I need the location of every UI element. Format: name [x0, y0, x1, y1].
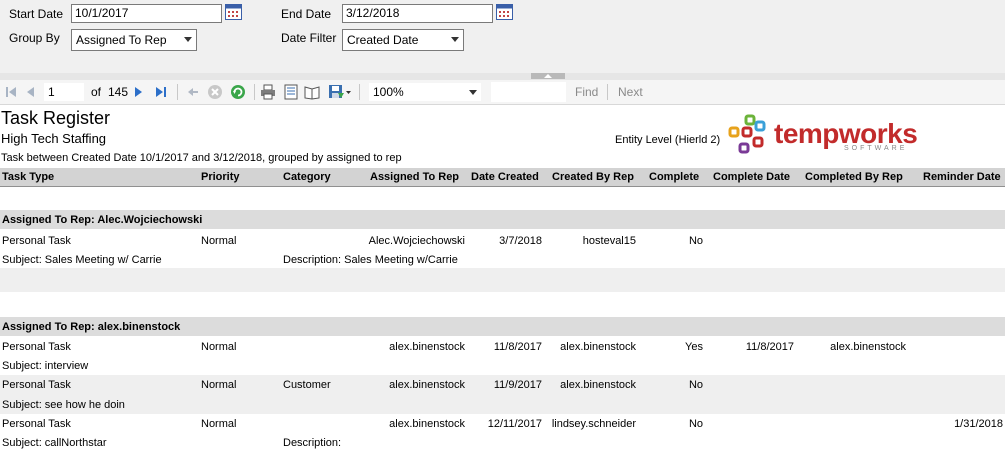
assigned-to-rep: alex.binenstock — [389, 379, 465, 391]
stop-icon[interactable] — [207, 84, 223, 100]
date-created: 11/9/2017 — [493, 379, 542, 391]
assigned-to-rep: alex.binenstock — [389, 341, 465, 353]
column-header: Category — [283, 171, 331, 183]
subject: Subject: Sales Meeting w/ Carrie — [2, 254, 162, 266]
print-layout-icon[interactable] — [283, 84, 299, 100]
category: Customer — [283, 379, 331, 391]
total-pages: 145 — [108, 85, 129, 99]
calendar-icon[interactable] — [496, 4, 513, 20]
toolbar-divider — [359, 84, 360, 100]
complete: No — [688, 379, 703, 391]
previous-page-icon[interactable] — [24, 84, 36, 100]
row-band — [0, 268, 1005, 292]
report-toolbar: 1 of 145 100% Find Next — [0, 80, 1005, 105]
tempworks-logo: tempworks SOFTWARE — [726, 114, 926, 164]
description: Description: — [283, 437, 342, 449]
zoom-select[interactable]: 100% — [368, 82, 482, 102]
priority: Normal — [201, 235, 237, 247]
page-number-input[interactable]: 1 — [44, 83, 84, 101]
company-name: High Tech Staffing — [1, 131, 107, 146]
report-subtitle: Task between Created Date 10/1/2017 and … — [1, 152, 402, 164]
column-header: Created By Rep — [552, 171, 634, 183]
assigned-to-rep: alex.binenstock — [389, 418, 465, 430]
end-date-label: End Date — [281, 7, 332, 21]
date-filter-select[interactable]: Created Date — [342, 29, 464, 51]
end-date-input[interactable]: 3/12/2018 — [342, 4, 493, 23]
column-header: Task Type — [2, 171, 55, 183]
assigned-to-rep: Alec.Wojciechowski — [368, 235, 465, 247]
date-created: 3/7/2018 — [499, 235, 542, 247]
task-type: Personal Task — [2, 418, 71, 430]
logo-subtext: SOFTWARE — [844, 145, 908, 152]
of-label: of — [91, 85, 102, 99]
first-page-icon[interactable] — [4, 84, 18, 100]
complete-date: 11/8/2017 — [745, 341, 794, 353]
find-button[interactable]: Find — [575, 85, 598, 99]
export-icon[interactable] — [328, 84, 352, 100]
report-title: Task Register — [1, 108, 111, 128]
calendar-icon[interactable] — [225, 4, 242, 20]
column-header: Complete — [649, 171, 700, 183]
find-input[interactable] — [491, 82, 566, 102]
print-icon[interactable] — [260, 84, 276, 100]
completed-by-rep: alex.binenstock — [830, 341, 906, 353]
collapse-grip-icon[interactable] — [531, 73, 565, 79]
task-type: Personal Task — [2, 341, 71, 353]
zoom-value: 100% — [373, 85, 404, 99]
parameter-panel: Start Date 10/1/2017 Group By Assigned T… — [0, 0, 1005, 73]
complete: No — [688, 235, 703, 247]
column-header: Reminder Date — [923, 171, 1001, 183]
subject: Subject: interview — [2, 360, 89, 372]
column-header: Priority — [201, 171, 240, 183]
priority: Normal — [201, 379, 237, 391]
group-label: Assigned To Rep: Alec.Wojciechowski — [2, 214, 203, 226]
toolbar-divider — [607, 84, 608, 100]
date-created: 12/11/2017 — [487, 418, 542, 430]
subject: Subject: see how he doin — [2, 399, 125, 411]
task-type: Personal Task — [2, 379, 71, 391]
logo-mark-icon — [728, 114, 766, 154]
back-icon[interactable] — [186, 84, 200, 100]
date-filter-value: Created Date — [347, 33, 419, 47]
entity-level: Entity Level (Hierld 2) — [615, 134, 721, 146]
group-by-label: Group By — [9, 31, 60, 45]
task-type: Personal Task — [2, 235, 71, 247]
group-header: Assigned To Rep: alex.binenstock — [0, 317, 1005, 336]
start-date-label: Start Date — [9, 7, 64, 21]
date-created: 11/8/2017 — [493, 341, 542, 353]
column-header-row: Task Type Priority Category Assigned To … — [0, 168, 1005, 187]
parameter-splitter[interactable] — [0, 73, 1005, 80]
page-setup-icon[interactable] — [304, 84, 320, 100]
chevron-down-icon — [469, 90, 477, 95]
priority: Normal — [201, 341, 237, 353]
start-date-input[interactable]: 10/1/2017 — [71, 4, 222, 23]
reminder-date: 1/31/2018 — [954, 418, 1003, 430]
group-by-value: Assigned To Rep — [76, 33, 167, 47]
toolbar-divider — [254, 84, 255, 100]
created-by-rep: alex.binenstock — [560, 379, 636, 391]
complete: No — [688, 418, 703, 430]
last-page-icon[interactable] — [154, 84, 168, 100]
refresh-icon[interactable] — [230, 84, 246, 100]
chevron-down-icon — [184, 37, 192, 42]
subject: Subject: callNorthstar — [2, 437, 107, 449]
next-button[interactable]: Next — [618, 85, 643, 99]
column-header: Date Created — [471, 171, 539, 183]
created-by-rep: alex.binenstock — [560, 341, 636, 353]
complete: Yes — [685, 341, 703, 353]
group-header: Assigned To Rep: Alec.Wojciechowski — [0, 210, 1005, 229]
created-by-rep: hosteval15 — [582, 235, 636, 247]
group-label: Assigned To Rep: alex.binenstock — [2, 321, 181, 333]
group-by-select[interactable]: Assigned To Rep — [71, 29, 197, 51]
date-filter-label: Date Filter — [281, 31, 337, 45]
column-header: Completed By Rep — [805, 171, 903, 183]
next-page-icon[interactable] — [133, 84, 145, 100]
chevron-down-icon — [451, 37, 459, 42]
created-by-rep: lindsey.schneider — [551, 418, 636, 430]
column-header: Complete Date — [713, 171, 791, 183]
priority: Normal — [201, 418, 237, 430]
toolbar-divider — [177, 84, 178, 100]
column-header: Assigned To Rep — [370, 171, 460, 183]
description: Description: Sales Meeting w/Carrie — [283, 254, 458, 266]
